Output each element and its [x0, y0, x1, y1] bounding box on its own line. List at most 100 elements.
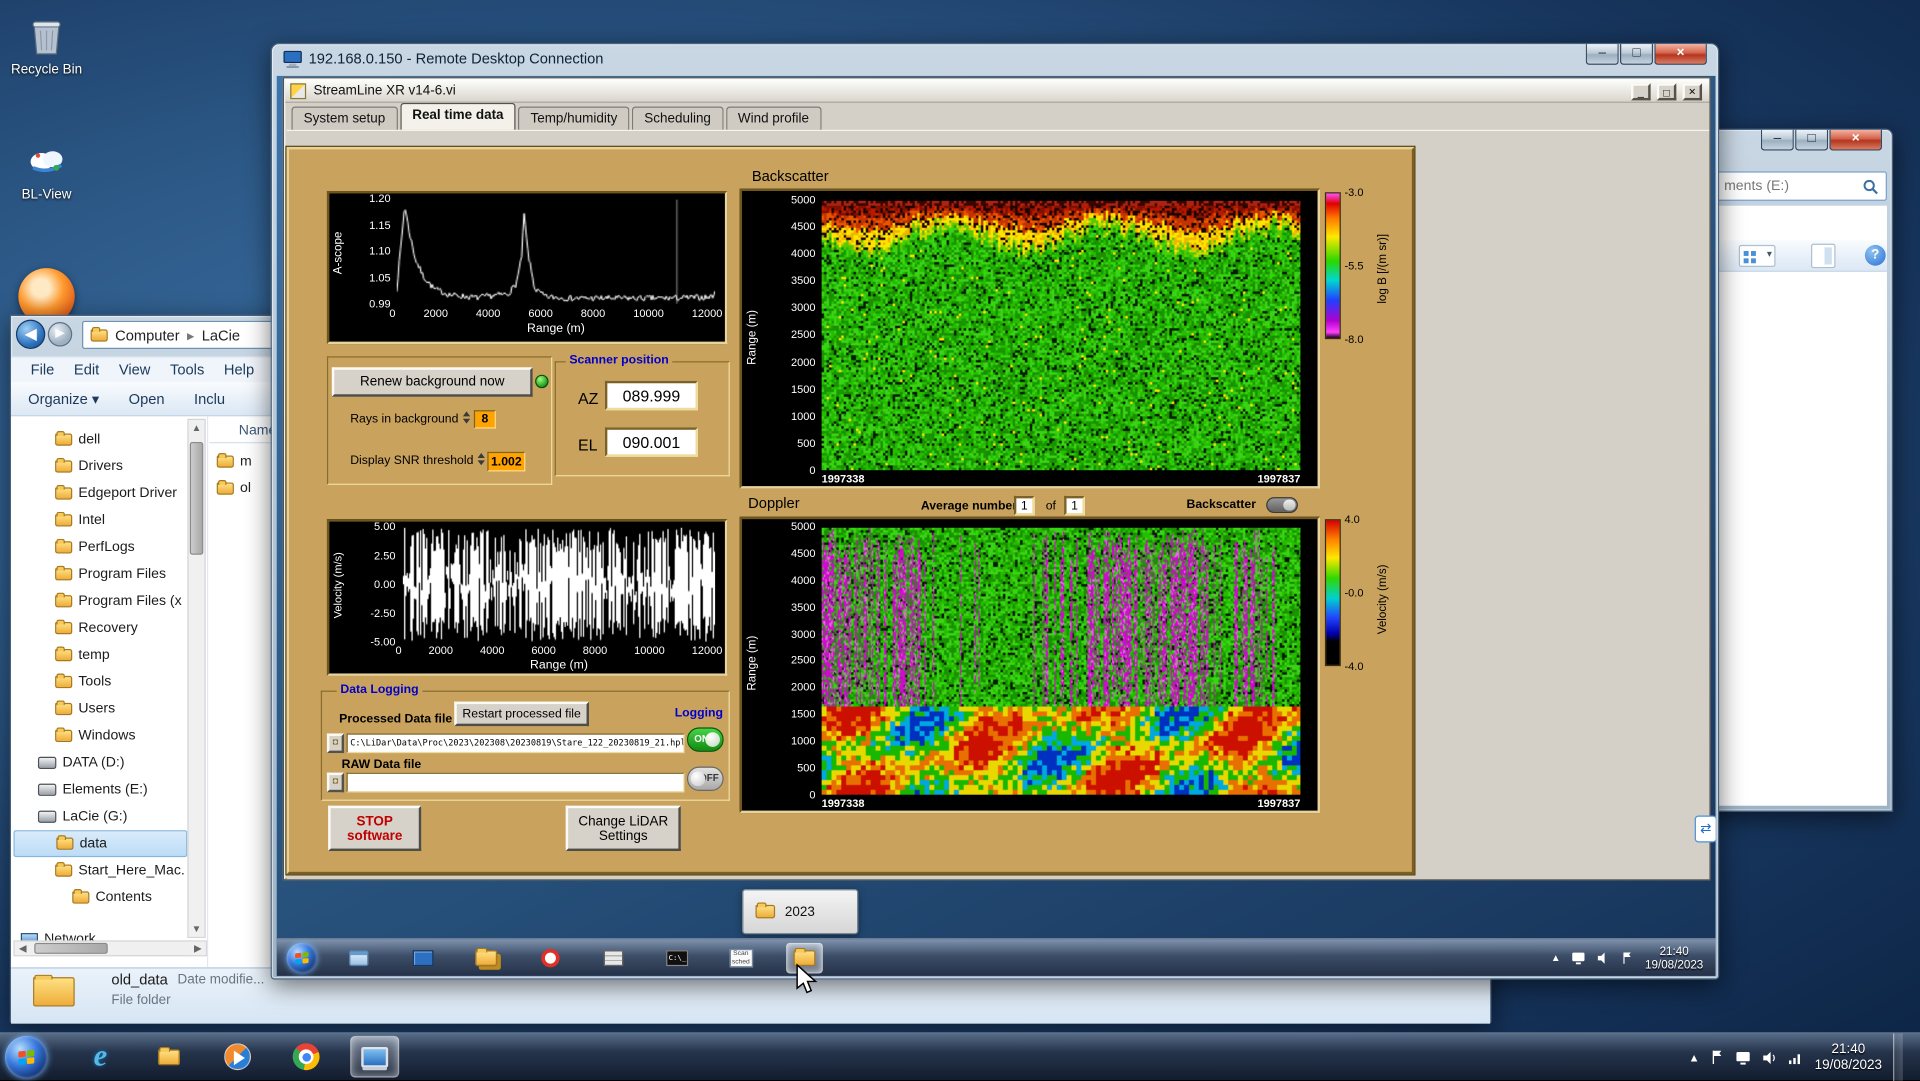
menu-item-file[interactable]: File — [21, 359, 64, 381]
scroll-up-button[interactable]: ▲ — [188, 420, 205, 436]
processed-path-browse-button[interactable]: ◘ — [326, 733, 345, 754]
show-desktop-button[interactable] — [1893, 1033, 1903, 1081]
tray-flag-icon[interactable] — [1622, 951, 1634, 964]
toolbar-button-open[interactable]: Open — [129, 390, 165, 407]
taskbar-button-remote-desktop[interactable] — [350, 1035, 400, 1078]
rdp-title-bar[interactable]: 192.168.0.150 - Remote Desktop Connectio… — [272, 44, 1718, 76]
renew-background-button[interactable]: Renew background now — [331, 367, 533, 397]
tree-item-elements-e-[interactable]: Elements (E:) — [13, 776, 187, 803]
forward-button[interactable]: ▶ — [47, 322, 73, 347]
taskbar-button-legacy-app[interactable] — [595, 943, 632, 974]
tray-expand-icon[interactable]: ▲ — [1551, 953, 1561, 964]
scroll-right-button[interactable]: ▶ — [189, 941, 206, 956]
tree-item-drivers[interactable]: Drivers — [13, 453, 187, 480]
tree-vertical-scrollbar[interactable]: ▲ ▼ — [187, 418, 206, 938]
taskbar-button-windows-explorer[interactable] — [144, 1036, 193, 1078]
taskbar-button-scan-scheduler[interactable]: Scan sched — [722, 943, 759, 974]
rays-spinner[interactable] — [462, 411, 472, 424]
views-button[interactable]: ▾ — [1738, 244, 1776, 267]
rdp-window[interactable]: 192.168.0.150 - Remote Desktop Connectio… — [270, 42, 1720, 980]
stop-software-button[interactable]: STOP software — [328, 805, 422, 852]
minimize-button[interactable]: – — [1760, 129, 1794, 151]
close-button[interactable]: × — [1682, 83, 1703, 101]
tab-wind-profile[interactable]: Wind profile — [725, 106, 822, 130]
back-button[interactable]: ◀ — [15, 319, 46, 349]
taskbar-button-chrome[interactable] — [282, 1036, 331, 1078]
close-button[interactable]: × — [1829, 129, 1883, 151]
tree-item-program-files[interactable]: Program Files — [13, 561, 187, 588]
folder-popup-2023[interactable]: 2023 — [742, 888, 859, 935]
tray-monitor-icon[interactable] — [1572, 951, 1587, 965]
raw-path-browse-button[interactable]: ◘ — [326, 772, 345, 793]
maximize-button[interactable]: □ — [1795, 129, 1829, 151]
raw-logging-toggle-off[interactable]: OFF — [686, 766, 724, 792]
tree-item-start-here-mac-[interactable]: Start_Here_Mac. — [13, 857, 187, 884]
backscatter-switch[interactable] — [1266, 497, 1298, 514]
tree-item-data-d-[interactable]: DATA (D:) — [13, 749, 187, 776]
scroll-left-button[interactable]: ◀ — [14, 941, 31, 956]
average-total-value[interactable]: 1 — [1064, 495, 1085, 516]
tree-item-intel[interactable]: Intel — [13, 507, 187, 534]
scroll-thumb[interactable] — [34, 942, 108, 954]
remote-start-button[interactable] — [286, 942, 318, 974]
tab-real-time-data[interactable]: Real time data — [399, 102, 516, 130]
help-icon[interactable]: ? — [1864, 244, 1886, 266]
pane-divider[interactable] — [206, 416, 209, 968]
restore-button[interactable]: □ — [1656, 83, 1677, 101]
scroll-thumb[interactable] — [189, 442, 204, 555]
remote-clock[interactable]: 21:40 19/08/2023 — [1645, 945, 1703, 972]
tree-item-data[interactable]: data — [13, 830, 188, 858]
menu-item-view[interactable]: View — [109, 359, 160, 381]
network-icon[interactable] — [1788, 1050, 1804, 1065]
taskbar-button-internet-explorer[interactable]: e — [76, 1036, 125, 1078]
toolbar-button-organize-[interactable]: Organize ▾ — [28, 390, 99, 407]
breadcrumb-folder[interactable]: LaCie — [202, 326, 240, 343]
desktop-icon-recycle-bin[interactable]: Recycle Bin — [2, 15, 90, 77]
taskbar-button-bl-view-app[interactable] — [404, 943, 441, 974]
tree-item-users[interactable]: Users — [13, 696, 187, 723]
tree-item-lacie-g-[interactable]: LaCie (G:) — [13, 803, 187, 830]
menu-item-edit[interactable]: Edit — [64, 359, 109, 381]
tray-expand-icon[interactable]: ▲ — [1689, 1051, 1700, 1063]
az-value[interactable]: 089.999 — [604, 380, 698, 411]
display-icon[interactable] — [1735, 1050, 1751, 1065]
change-lidar-settings-button[interactable]: Change LiDAR Settings — [565, 805, 681, 852]
average-number-value[interactable]: 1 — [1013, 495, 1035, 516]
toolbar-button-inclu[interactable]: Inclu — [194, 390, 225, 407]
taskbar-button-stop-power-app[interactable] — [531, 943, 568, 974]
tray-speaker-icon[interactable] — [1597, 951, 1610, 964]
tree-item-dell[interactable]: dell — [13, 426, 187, 453]
action-center-flag-icon[interactable] — [1711, 1049, 1724, 1065]
scroll-down-button[interactable]: ▼ — [188, 920, 205, 937]
processed-path-field[interactable]: C:\LiDar\Data\Proc\2023\202308\20230819\… — [346, 733, 685, 754]
sync-arrows-icon[interactable]: ⇄ — [1694, 815, 1716, 843]
menu-item-tools[interactable]: Tools — [160, 359, 214, 381]
tab-scheduling[interactable]: Scheduling — [632, 106, 724, 130]
tree-item-edgeport-driver[interactable]: Edgeport Driver — [13, 480, 187, 507]
preview-pane-button[interactable] — [1811, 243, 1836, 269]
snr-spinner[interactable] — [477, 453, 487, 466]
rays-value[interactable]: 8 — [473, 410, 496, 429]
raw-path-field[interactable] — [346, 772, 685, 793]
taskbar-button-file-folders[interactable] — [468, 943, 505, 974]
tree-item-contents[interactable]: Contents — [13, 884, 187, 911]
start-button[interactable] — [4, 1035, 48, 1079]
maximize-button[interactable]: □ — [1620, 44, 1654, 65]
desktop-icon-bl-view[interactable]: BL-View — [2, 140, 90, 202]
tree-item-perflogs[interactable]: PerfLogs — [13, 534, 187, 561]
labview-window[interactable]: StreamLine XR v14-6.vi _ □ × System setu… — [282, 77, 1711, 881]
tab-temp-humidity[interactable]: Temp/humidity — [518, 106, 630, 130]
tree-item-windows[interactable]: Windows — [13, 722, 187, 749]
processed-logging-toggle-on[interactable]: ON — [686, 727, 724, 752]
tab-system-setup[interactable]: System setup — [291, 106, 398, 130]
labview-title-bar[interactable]: StreamLine XR v14-6.vi _ □ × — [285, 79, 1710, 103]
minimize-button[interactable]: – — [1585, 44, 1619, 65]
taskbar-button-app-window[interactable] — [340, 943, 377, 974]
taskbar-button-windows-media-player[interactable] — [213, 1036, 262, 1078]
close-button[interactable]: × — [1654, 44, 1707, 65]
volume-icon[interactable] — [1762, 1050, 1777, 1065]
breadcrumb-root[interactable]: Computer — [115, 326, 180, 343]
tree-item-temp[interactable]: temp — [13, 642, 187, 669]
restart-processed-file-button[interactable]: Restart processed file — [454, 701, 589, 727]
taskbar-button-command-console[interactable]: C:\_ — [659, 943, 696, 974]
